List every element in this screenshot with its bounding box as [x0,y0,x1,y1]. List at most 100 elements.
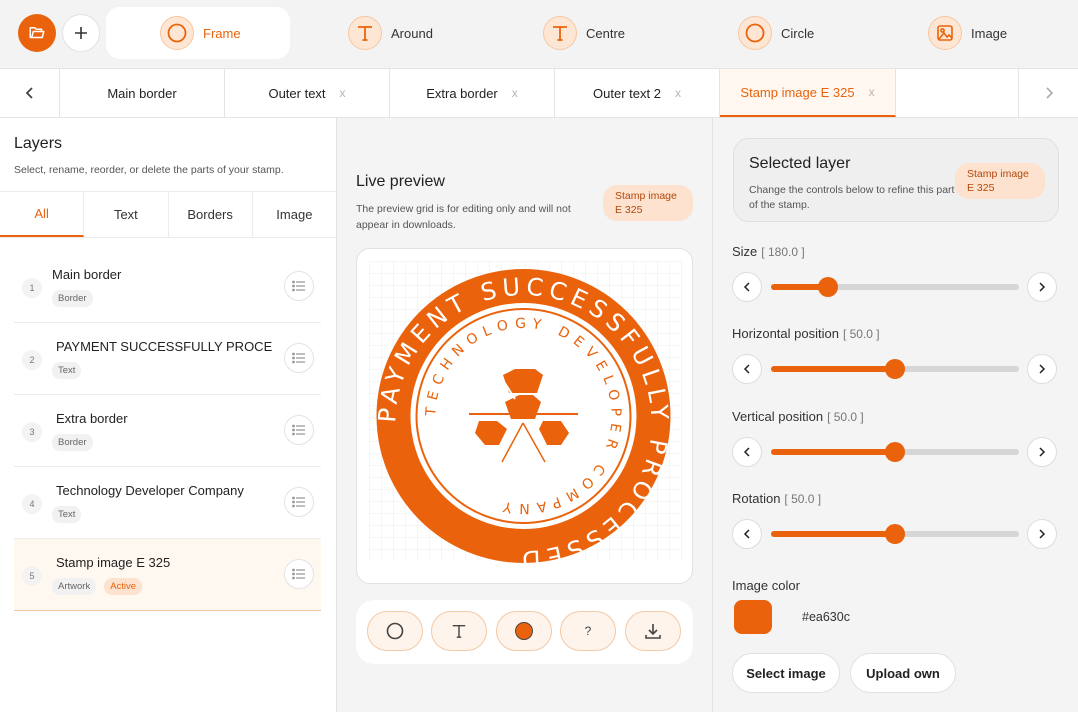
plus-icon [75,27,87,39]
layers-panel: Layers Select, rename, reorder, or delet… [0,118,337,712]
vertical-decrease-button[interactable] [732,437,762,467]
text-T-icon [348,16,382,50]
mode-label: Circle [781,25,815,41]
add-circle-button[interactable] [367,611,423,651]
stamp-canvas[interactable]: PAYMENT SUCCESSFULLY PROCESSED TECHNOLOG… [356,248,693,584]
tab-close-button[interactable]: x [869,85,875,99]
chevron-left-icon [743,447,750,457]
layer-menu-button[interactable] [284,559,314,589]
layer-menu-button[interactable] [284,415,314,445]
selected-layer-title: Selected layer [749,155,851,172]
mode-around[interactable]: Around [348,7,433,59]
vertical-increase-button[interactable] [1027,437,1057,467]
layer-filters: All Text Borders Image [0,191,336,238]
mode-frame[interactable]: Frame [106,7,290,59]
horizontal-position-slider[interactable] [771,359,1019,379]
preview-panel: Live preview The preview grid is for edi… [337,118,713,712]
layer-menu-button[interactable] [284,487,314,517]
rotation-increase-button[interactable] [1027,519,1057,549]
select-image-button[interactable]: Select image [732,653,840,693]
layer-item-active[interactable]: 5 Stamp image E 325 Artwork Active [14,539,321,611]
download-button[interactable] [625,611,681,651]
layer-tabs-bar: Main border Outer text x Extra border x … [0,68,1078,118]
rotation-decrease-button[interactable] [732,519,762,549]
size-label: Size[ 180.0 ] [732,244,805,259]
layer-item[interactable]: 4 Technology Developer Company Text [14,467,321,539]
help-button[interactable]: ? [560,611,616,651]
mode-circle[interactable]: Circle [738,7,814,59]
control-value: [ 50.0 ] [827,410,864,424]
tab-label: Stamp image E 325 [740,84,855,100]
layer-name: Technology Developer Company [56,483,244,498]
preview-title: Live preview [356,173,445,190]
chevron-right-icon [1039,529,1046,539]
preview-layer-badge: Stamp image E 325 [603,185,693,221]
slider-knob[interactable] [885,359,905,379]
preview-toolbar: ? [356,600,693,664]
horizontal-increase-button[interactable] [1027,354,1057,384]
tab-close-button[interactable]: x [340,86,346,100]
tab-outer-text-2[interactable]: Outer text 2 x [555,69,720,117]
selected-layer-subtitle: Change the controls below to refine this… [749,184,955,211]
tab-extra-border[interactable]: Extra border x [390,69,555,117]
tab-outer-text[interactable]: Outer text x [225,69,390,117]
list-icon [292,424,305,436]
layer-type-tag: Text [52,362,82,379]
tab-close-button[interactable]: x [675,86,681,100]
circle-icon [738,16,772,50]
open-folder-button[interactable] [18,14,56,52]
layers-title: Layers [14,135,63,152]
tab-stamp-image[interactable]: Stamp image E 325 x [720,69,896,117]
layer-type-tag: Border [52,434,93,451]
filter-all[interactable]: All [0,192,85,237]
tab-close-button[interactable]: x [512,86,518,100]
tab-label: Extra border [426,85,498,101]
filter-image[interactable]: Image [253,192,336,237]
circle-icon [160,16,194,50]
tabs-next-button[interactable] [1018,69,1078,117]
layer-number: 1 [22,278,42,298]
slider-knob[interactable] [885,442,905,462]
slider-fill [771,366,895,372]
control-label: Horizontal position [732,326,839,341]
size-increase-button[interactable] [1027,272,1057,302]
selected-layer-badge: Stamp image E 325 [955,163,1045,199]
list-icon [292,280,305,292]
mode-centre[interactable]: Centre [543,7,625,59]
slider-knob[interactable] [818,277,838,297]
chevron-right-icon [1045,87,1053,99]
add-button[interactable] [62,14,100,52]
layer-number: 4 [22,494,42,514]
layer-menu-button[interactable] [284,271,314,301]
control-label: Vertical position [732,409,824,424]
layer-item[interactable]: 3 Extra border Border [14,395,321,467]
add-text-button[interactable] [431,611,487,651]
tab-main-border[interactable]: Main border [60,69,225,117]
horizontal-decrease-button[interactable] [732,354,762,384]
tab-label: Outer text 2 [593,85,661,101]
layers-subtitle: Select, rename, reorder, or delete the p… [14,164,284,176]
size-slider[interactable] [771,277,1019,297]
filter-borders[interactable]: Borders [169,192,253,237]
control-value: [ 180.0 ] [761,245,805,259]
image-color-swatch[interactable] [734,600,772,634]
layer-item[interactable]: 2 PAYMENT SUCCESSFULLY PROCESSED Text [14,323,321,395]
mode-label: Frame [203,25,241,41]
layer-item[interactable]: 1 Main border Border [14,251,321,323]
layer-number: 3 [22,422,42,442]
upload-own-button[interactable]: Upload own [850,653,956,693]
layer-number: 5 [22,566,42,586]
mode-image[interactable]: Image [928,7,1007,59]
tabs-prev-button[interactable] [0,69,60,117]
fill-color-button[interactable] [496,611,552,651]
rotation-slider[interactable] [771,524,1019,544]
layer-menu-button[interactable] [284,343,314,373]
slider-knob[interactable] [885,524,905,544]
vertical-position-slider[interactable] [771,442,1019,462]
size-decrease-button[interactable] [732,272,762,302]
layer-name: Main border [52,267,122,282]
filter-text[interactable]: Text [84,192,169,237]
layer-name: Stamp image E 325 [56,555,171,570]
download-icon [645,624,661,639]
chevron-right-icon [1039,364,1046,374]
